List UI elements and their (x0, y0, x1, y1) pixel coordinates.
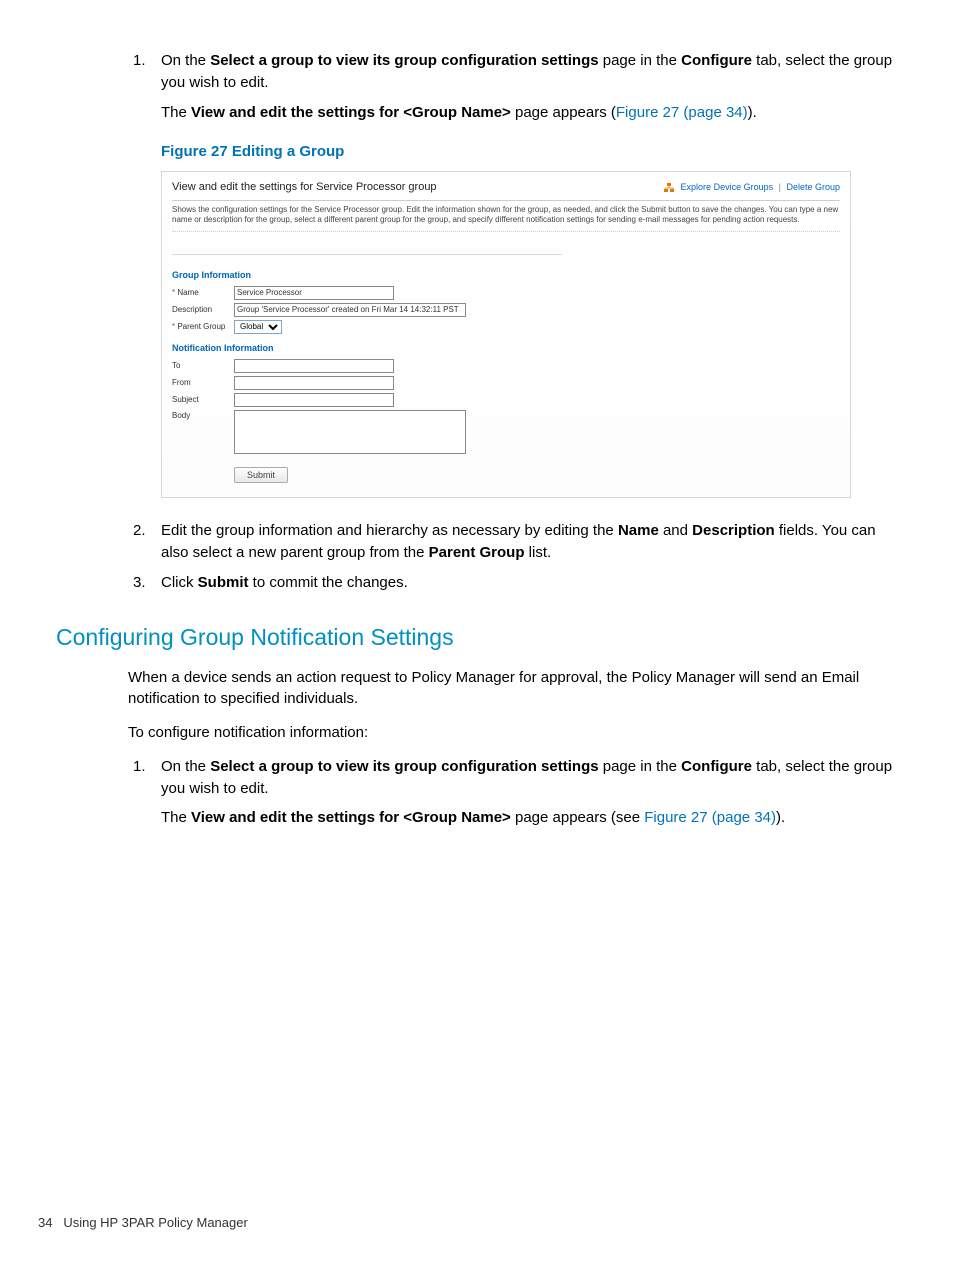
to-input[interactable] (234, 359, 394, 373)
section2-step-1-followup: The View and edit the settings for <Grou… (161, 807, 898, 829)
to-label: To (172, 360, 234, 372)
from-label: From (172, 377, 234, 389)
from-input[interactable] (234, 376, 394, 390)
step-text: On the Select a group to view its group … (161, 758, 892, 797)
submit-button[interactable]: Submit (234, 467, 288, 483)
figure-title: View and edit the settings for Service P… (172, 180, 437, 196)
explore-device-groups-link[interactable]: Explore Device Groups (681, 182, 774, 192)
figure-description: Shows the configuration settings for the… (172, 205, 840, 232)
step-2: 2. Edit the group information and hierar… (161, 520, 898, 564)
step-text: On the Select a group to view its group … (161, 52, 892, 91)
figure-editing-group: View and edit the settings for Service P… (161, 171, 851, 498)
page-number: 34 (38, 1215, 52, 1230)
step-number: 1. (133, 50, 146, 72)
figure-link[interactable]: Figure 27 (page 34) (616, 104, 748, 121)
parent-group-label: Parent Group (172, 321, 234, 333)
subject-label: Subject (172, 394, 234, 406)
notification-information-heading: Notification Information (172, 342, 562, 355)
step-1: 1. On the Select a group to view its gro… (161, 50, 898, 94)
step-3: 3. Click Submit to commit the changes. (161, 572, 898, 594)
description-input[interactable] (234, 303, 466, 317)
step-text: Edit the group information and hierarchy… (161, 522, 876, 561)
delete-group-link[interactable]: Delete Group (786, 182, 840, 192)
figure-link-2[interactable]: Figure 27 (page 34) (644, 809, 776, 826)
step-1-followup: The View and edit the settings for <Grou… (161, 102, 898, 124)
section2-step-1: 1. On the Select a group to view its gro… (161, 756, 898, 800)
description-label: Description (172, 304, 234, 316)
group-information-heading: Group Information (172, 269, 562, 282)
name-input[interactable] (234, 286, 394, 300)
body-textarea[interactable] (234, 410, 466, 454)
section2-para1: When a device sends an action request to… (128, 667, 898, 711)
step-number: 1. (133, 756, 146, 778)
footer-text: Using HP 3PAR Policy Manager (63, 1215, 248, 1230)
step-text: Click Submit to commit the changes. (161, 574, 408, 591)
section-heading-configuring-notification: Configuring Group Notification Settings (56, 621, 898, 654)
page-footer: 34 Using HP 3PAR Policy Manager (38, 1214, 248, 1233)
step-number: 2. (133, 520, 146, 542)
figure-header-links: Explore Device Groups | Delete Group (664, 181, 840, 194)
step-number: 3. (133, 572, 146, 594)
tree-icon (664, 181, 674, 194)
figure-caption: Figure 27 Editing a Group (161, 141, 898, 163)
parent-group-select[interactable]: Global (234, 320, 282, 334)
name-label: Name (172, 287, 234, 299)
body-label: Body (172, 410, 234, 422)
section2-para2: To configure notification information: (128, 722, 898, 744)
subject-input[interactable] (234, 393, 394, 407)
